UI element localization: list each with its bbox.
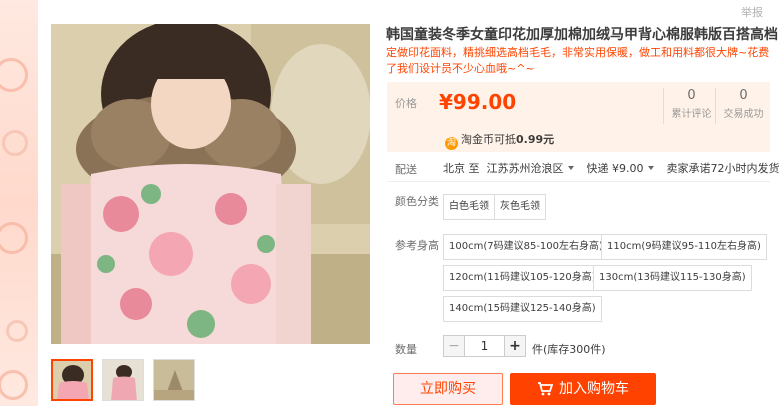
quantity-increase-button[interactable]: + — [504, 335, 526, 357]
decorative-circle — [0, 222, 28, 254]
decorative-circle — [0, 370, 28, 400]
quantity-input[interactable]: 1 — [464, 335, 505, 357]
size-option[interactable]: 140cm(15码建议125-140身高) — [443, 296, 602, 322]
sales-count: 0 — [739, 88, 748, 103]
size-option[interactable]: 100cm(7码建议85-100左右身高) — [443, 234, 609, 260]
divider — [387, 181, 770, 182]
decorative-circle — [2, 130, 28, 156]
quantity-label: 数量 — [395, 343, 417, 356]
cart-icon — [537, 376, 554, 406]
decorative-circle — [6, 320, 28, 342]
add-to-cart-label: 加入购物车 — [559, 381, 629, 397]
thumbnail-image[interactable] — [153, 359, 195, 401]
quantity-decrease-button[interactable]: − — [443, 335, 465, 357]
sales-count-label: 交易成功 — [723, 109, 764, 120]
size-option[interactable]: 130cm(13码建议115-130身高) — [593, 265, 752, 291]
color-option-gray-collar[interactable]: 灰色毛领 — [494, 194, 546, 220]
size-option[interactable]: 110cm(9码建议95-110左右身高) — [601, 234, 767, 260]
express-fee-select[interactable]: 快递 ¥9.00 — [587, 162, 660, 175]
shipping-promise: 卖家承诺72小时内发货 — [666, 162, 780, 175]
coin-amount: 0.99元 — [516, 133, 555, 146]
thumbnail-image[interactable] — [102, 359, 144, 401]
product-detail-page: 举报 韩国童装冬季女童印花加厚加棉加绒马甲背心棉服韩版百搭高档 定做印花面料，精… — [0, 0, 780, 406]
delivery-destination-select[interactable]: 江苏苏州沧浪区 — [487, 162, 580, 175]
review-count-stat[interactable]: 0 累计评论 — [663, 88, 719, 124]
taobao-coin-line: 淘淘金币可抵0.99元 — [445, 131, 554, 150]
size-option[interactable]: 120cm(11码建议105-120身高) — [443, 265, 602, 291]
price-value: ¥99.00 — [439, 90, 517, 114]
chevron-down-icon — [647, 166, 654, 170]
left-decorative-strip — [0, 0, 38, 406]
taobao-coin-icon: 淘 — [445, 137, 458, 150]
delivery-label: 配送 — [395, 163, 417, 176]
coin-text: 淘金币可抵 — [461, 133, 516, 146]
review-count-label: 累计评论 — [671, 109, 712, 120]
color-option-white-collar[interactable]: 白色毛领 — [443, 194, 495, 220]
main-product-image — [51, 24, 370, 344]
product-title: 韩国童装冬季女童印花加厚加棉加绒马甲背心棉服韩版百搭高档 — [386, 27, 778, 43]
report-link[interactable]: 举报 — [741, 4, 763, 20]
stock-text: 件(库存300件) — [532, 343, 606, 356]
chevron-down-icon — [567, 166, 574, 170]
thumbnail-image[interactable] — [51, 359, 93, 401]
sales-count-stat: 0 交易成功 — [715, 88, 771, 124]
delivery-from: 北京 至 — [443, 162, 480, 175]
add-to-cart-button[interactable]: 加入购物车 — [510, 373, 656, 405]
buy-now-button[interactable]: 立即购买 — [393, 373, 503, 405]
product-subtitle: 定做印花面料，精挑细选高档毛毛，非常实用保暖，做工和用料都很大牌~花费了我们设计… — [386, 46, 770, 75]
review-count: 0 — [687, 88, 696, 103]
price-label: 价格 — [395, 97, 417, 110]
color-label: 颜色分类 — [395, 195, 439, 208]
size-label: 参考身高 — [395, 239, 439, 252]
price-panel: 价格 ¥99.00 0 累计评论 0 交易成功 淘淘金币可抵0.99元 — [387, 82, 770, 152]
delivery-row: 北京 至 江苏苏州沧浪区 快递 ¥9.00 卖家承诺72小时内发货 — [443, 160, 780, 176]
decorative-circle — [0, 58, 28, 92]
